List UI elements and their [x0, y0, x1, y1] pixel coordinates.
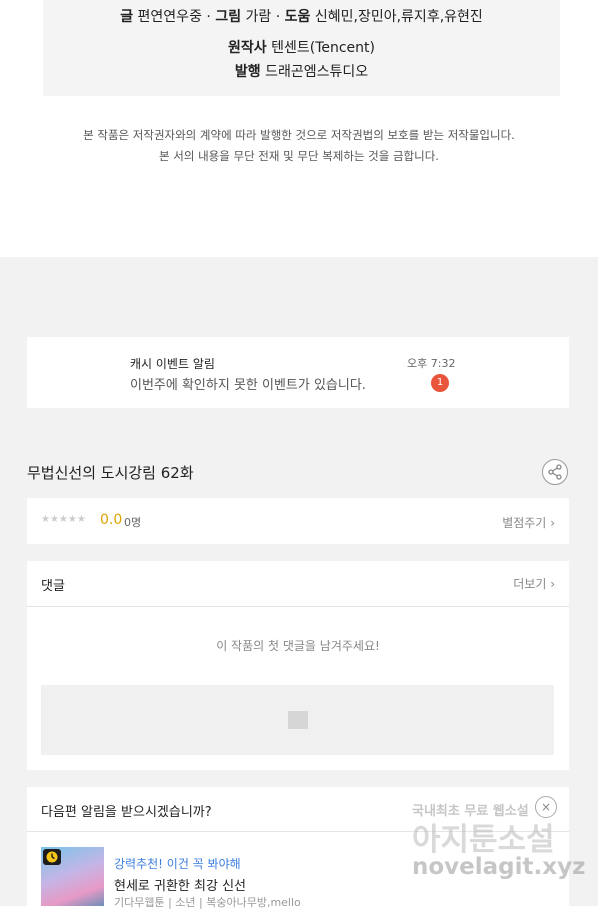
- site-watermark: 국내최초 무료 웹소설 아지툰소설 novelagit.xyz: [410, 798, 585, 893]
- recommended-work-thumbnail[interactable]: [41, 847, 104, 906]
- watermark-line-3: novelagit.xyz: [412, 854, 586, 880]
- credit-value-assist: 신혜민,장민아,류지후,유현진: [314, 9, 483, 25]
- event-message: 이번주에 확인하지 못한 이벤트가 있습니다.: [130, 378, 366, 393]
- credits-line-1: 글 편연연우중 · 그림 가람 · 도움 신혜민,장민아,류지후,유현진: [43, 6, 560, 26]
- credit-label-art: 그림: [215, 9, 242, 25]
- event-notification-card[interactable]: 캐시 이벤트 알림 이번주에 확인하지 못한 이벤트가 있습니다. 오후 7:3…: [27, 337, 569, 408]
- copyright-notice-line-1: 본 작품은 저작권자와의 계약에 따라 발행한 것으로 저작권법의 보호를 받는…: [83, 128, 515, 142]
- credits-line-original: 원작사 텐센트(Tencent): [43, 37, 560, 57]
- credits-line-publisher: 발행 드래곤엠스튜디오: [43, 61, 560, 81]
- comments-card: 댓글 더보기 › 이 작품의 첫 댓글을 남겨주세요!: [27, 561, 569, 770]
- share-button[interactable]: [542, 459, 568, 485]
- rating-count: 0명: [124, 516, 142, 529]
- placeholder-image-icon: [288, 711, 308, 729]
- comments-empty-message: 이 작품의 첫 댓글을 남겨주세요!: [216, 639, 380, 653]
- credit-label-assist: 도움: [284, 9, 311, 25]
- chevron-right-icon: ›: [550, 516, 555, 530]
- rate-button[interactable]: 별점주기 ›: [502, 514, 555, 531]
- divider: [27, 606, 569, 607]
- event-time: 오후 7:32: [407, 357, 456, 370]
- credits-box: 글 편연연우중 · 그림 가람 · 도움 신혜민,장민아,류지후,유현진 원작사…: [43, 0, 560, 96]
- rating-card: ★★★★★ 0.0 0명 별점주기 ›: [27, 498, 569, 544]
- star-rating-icon: ★★★★★: [41, 514, 86, 525]
- clock-icon: [43, 849, 61, 865]
- comment-input-box[interactable]: [41, 685, 554, 755]
- credit-label-original: 원작사: [228, 40, 267, 56]
- next-episode-question: 다음편 알림을 받으시겠습니까?: [41, 805, 212, 820]
- comments-more-label: 더보기: [513, 577, 547, 591]
- credit-separator: ·: [206, 9, 216, 25]
- share-icon: [548, 464, 562, 480]
- rating-score: 0.0: [100, 512, 123, 528]
- credit-value-art: 가람: [245, 9, 272, 25]
- credit-label-publisher: 발행: [234, 64, 261, 80]
- rate-button-label: 별점주기: [502, 516, 547, 530]
- recommended-work-meta: 기다무웹툰 | 소년 | 복숭아나무방,mello: [114, 896, 301, 909]
- credit-separator: ·: [275, 9, 285, 25]
- credit-value-publisher: 드래곤엠스튜디오: [265, 64, 369, 80]
- copyright-notice: 본 작품은 저작권자와의 계약에 따라 발행한 것으로 저작권법의 보호를 받는…: [0, 125, 598, 167]
- episode-title: 무법신선의 도시강림 62화: [27, 464, 194, 482]
- comments-heading: 댓글: [41, 579, 65, 594]
- watermark-line-2: 아지툰소설: [412, 822, 555, 858]
- comments-more-button[interactable]: 더보기 ›: [513, 575, 555, 592]
- credit-value-original: 텐센트(Tencent): [271, 40, 375, 56]
- credit-label-story: 글: [120, 9, 134, 25]
- event-title: 캐시 이벤트 알림: [130, 357, 215, 371]
- chevron-right-icon: ›: [550, 577, 555, 591]
- credit-value-story: 편연연우중: [137, 9, 202, 25]
- copyright-notice-line-2: 본 서의 내용을 무단 전재 및 무단 복제하는 것을 금합니다.: [159, 149, 439, 163]
- event-count-badge: 1: [431, 374, 449, 392]
- recommended-work-title[interactable]: 현세로 귀환한 최강 신선: [114, 875, 246, 894]
- recommend-label: 강력추천! 이건 꼭 봐야해: [114, 857, 241, 871]
